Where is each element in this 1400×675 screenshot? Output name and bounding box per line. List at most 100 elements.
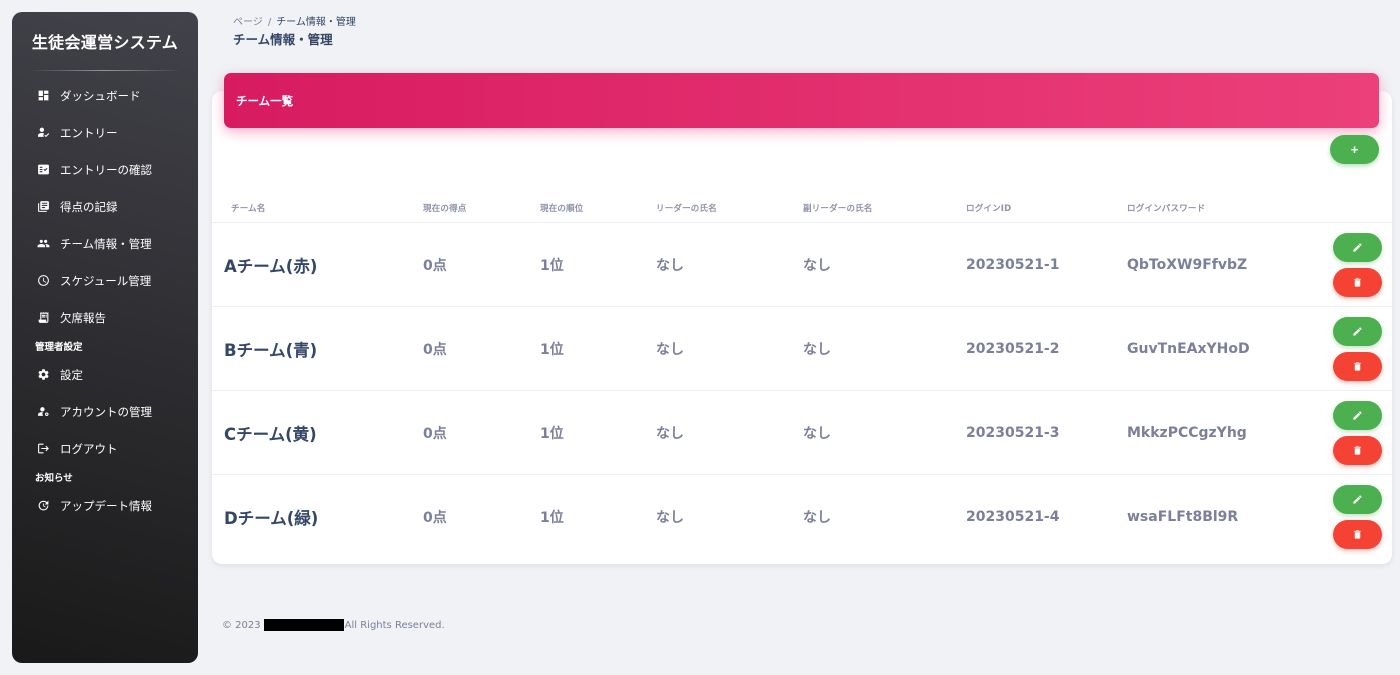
sidebar-item-label: ダッシュボード [60, 88, 141, 103]
trash-icon [1354, 446, 1361, 455]
table-row: Dチーム(緑) 0点 1位 なし なし 20230521-4 wsaFLFt8B… [212, 475, 1392, 559]
schedule-icon [36, 274, 50, 288]
sidebar-item-scores[interactable]: 得点の記録 [12, 188, 198, 225]
team-name: Aチーム(赤) [224, 257, 318, 276]
sidebar-item-logout[interactable]: ログアウト [12, 430, 198, 467]
edit-team-button[interactable] [1333, 401, 1382, 430]
edit-team-button[interactable] [1333, 233, 1382, 262]
trash-icon [1354, 530, 1361, 539]
breadcrumb: ページ / チーム情報・管理 [233, 13, 356, 28]
pencil-icon [1353, 243, 1362, 252]
sidebar: 生徒会運営システム ダッシュボード エントリー エントリーの確認 得点の記録 チ… [12, 12, 198, 663]
sidebar-item-label: チーム情報・管理 [60, 236, 152, 251]
plus-icon: + [1350, 142, 1359, 157]
sidebar-item-settings[interactable]: 設定 [12, 356, 198, 393]
pencil-icon [1353, 411, 1362, 420]
delete-team-button[interactable] [1333, 268, 1382, 297]
team-score: 0点 [423, 342, 447, 358]
sub-leader-name: なし [803, 426, 831, 442]
delete-team-button[interactable] [1333, 352, 1382, 381]
update-icon [36, 499, 50, 513]
sidebar-item-label: ログアウト [60, 441, 118, 456]
sidebar-item-label: エントリー [60, 125, 118, 140]
column-header-leader: リーダーの氏名 [656, 204, 717, 214]
sidebar-item-schedule[interactable]: スケジュール管理 [12, 262, 198, 299]
login-password: QbToXW9FfvbZ [1127, 257, 1248, 273]
team-score: 0点 [423, 258, 447, 274]
sidebar-item-entry-confirm[interactable]: エントリーの確認 [12, 151, 198, 188]
column-header-rank: 現在の順位 [540, 204, 584, 214]
add-team-button[interactable]: + [1330, 135, 1379, 164]
team-rank: 1位 [540, 426, 564, 442]
column-header-score: 現在の得点 [423, 204, 467, 214]
login-id: 20230521-2 [966, 341, 1060, 357]
library-books-icon [36, 200, 50, 214]
section-admin-settings: 管理者設定 [35, 342, 83, 353]
trash-icon [1354, 278, 1361, 287]
column-header-login-password: ログインパスワード [1127, 204, 1206, 214]
login-id: 20230521-4 [966, 509, 1060, 525]
group-icon [36, 237, 50, 251]
sidebar-item-entry[interactable]: エントリー [12, 114, 198, 151]
table-row: Cチーム(黄) 0点 1位 なし なし 20230521-3 MkkzPCCgz… [212, 391, 1392, 475]
logout-icon [36, 442, 50, 456]
footer-copyright: © 2023 [222, 619, 261, 631]
sidebar-item-label: アカウントの管理 [60, 404, 152, 419]
leader-name: なし [656, 426, 684, 442]
team-rank: 1位 [540, 342, 564, 358]
brand-title: 生徒会運営システム [31, 33, 179, 52]
sidebar-item-dashboard[interactable]: ダッシュボード [12, 77, 198, 114]
manage-accounts-icon [36, 405, 50, 419]
breadcrumb-current: チーム情報・管理 [276, 17, 356, 28]
sidebar-item-updates[interactable]: アップデート情報 [12, 487, 198, 524]
login-id: 20230521-1 [966, 257, 1060, 273]
breadcrumb-separator: / [267, 17, 272, 28]
sub-leader-name: なし [803, 342, 831, 358]
sidebar-item-label: 欠席報告 [60, 310, 106, 325]
table-row: Aチーム(赤) 0点 1位 なし なし 20230521-1 QbToXW9Ff… [212, 223, 1392, 307]
team-name: Bチーム(青) [224, 341, 318, 360]
pencil-icon [1353, 327, 1362, 336]
leader-name: なし [656, 258, 684, 274]
team-name: Dチーム(緑) [224, 509, 319, 528]
leader-name: なし [656, 510, 684, 526]
sidebar-item-absence[interactable]: 欠席報告 [12, 299, 198, 336]
sidebar-item-label: 得点の記録 [60, 199, 118, 214]
login-password: GuvTnEAxYHoD [1127, 341, 1250, 357]
sub-leader-name: なし [803, 258, 831, 274]
card-header: チーム一覧 [224, 73, 1379, 128]
delete-team-button[interactable] [1333, 520, 1382, 549]
team-score: 0点 [423, 510, 447, 526]
pencil-icon [1353, 495, 1362, 504]
section-news: お知らせ [35, 473, 73, 484]
footer: © 2023 All Rights Reserved. [222, 619, 445, 631]
delete-team-button[interactable] [1333, 436, 1382, 465]
edit-team-button[interactable] [1333, 485, 1382, 514]
team-rank: 1位 [540, 510, 564, 526]
column-header-sub-leader: 副リーダーの氏名 [803, 204, 873, 214]
fact-check-icon [36, 163, 50, 177]
team-name: Cチーム(黄) [224, 425, 317, 444]
sidebar-item-label: 設定 [60, 367, 83, 382]
sidebar-divider [28, 70, 182, 71]
sub-leader-name: なし [803, 510, 831, 526]
login-password: wsaFLFt8Bl9R [1127, 509, 1239, 525]
team-score: 0点 [423, 426, 447, 442]
dashboard-icon [36, 89, 50, 103]
login-password: MkkzPCCgzYhg [1127, 425, 1247, 441]
sidebar-item-label: エントリーの確認 [60, 162, 152, 177]
edit-team-button[interactable] [1333, 317, 1382, 346]
redacted-block [263, 619, 344, 631]
leader-name: なし [656, 342, 684, 358]
sidebar-item-accounts[interactable]: アカウントの管理 [12, 393, 198, 430]
breadcrumb-root[interactable]: ページ [233, 17, 263, 28]
team-rank: 1位 [540, 258, 564, 274]
column-header-login-id: ログインID [966, 204, 1012, 214]
column-header-team-name: チーム名 [231, 204, 266, 214]
trash-icon [1354, 362, 1361, 371]
person-check-icon [36, 126, 50, 140]
receipt-long-icon [36, 311, 50, 325]
card-title: チーム一覧 [236, 93, 294, 108]
settings-icon [36, 368, 50, 382]
sidebar-item-teams[interactable]: チーム情報・管理 [12, 225, 198, 262]
